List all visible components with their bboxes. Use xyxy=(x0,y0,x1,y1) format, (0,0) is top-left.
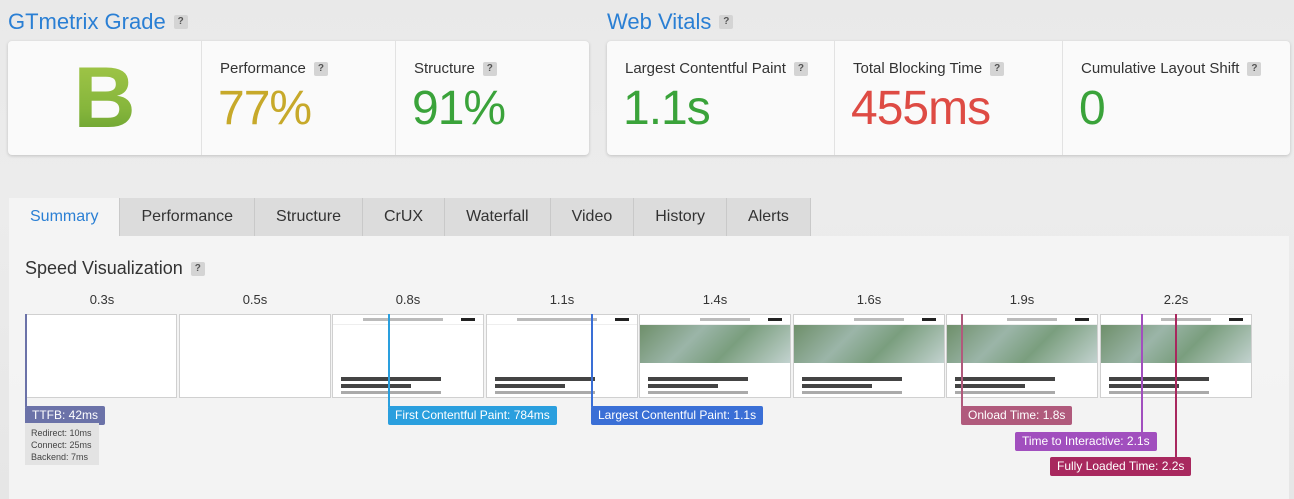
tbt-label: Total Blocking Time xyxy=(853,60,983,77)
frame-time-label: 0.8s xyxy=(395,292,421,307)
gtmetrix-grade-heading: GTmetrix Grade xyxy=(8,9,166,34)
tab-waterfall[interactable]: Waterfall xyxy=(445,198,551,236)
lcp-label-row: Largest Contentful Paint ? xyxy=(625,60,808,77)
fully-loaded-marker-line xyxy=(1175,314,1177,458)
tab-performance[interactable]: Performance xyxy=(120,198,256,236)
help-icon[interactable]: ? xyxy=(793,61,808,76)
lcp-value: 1.1s xyxy=(623,82,711,135)
filmstrip-frame-blank[interactable] xyxy=(179,314,331,398)
tab-structure[interactable]: Structure xyxy=(255,198,363,236)
ttfb-marker-line xyxy=(25,314,27,407)
filmstrip-frame-hero[interactable] xyxy=(639,314,791,398)
grade-card: B Performance ? 77% Structure ? 91% xyxy=(8,41,589,155)
speed-visualization-title: Speed Visualization ? xyxy=(25,258,205,279)
fcp-badge: First Contentful Paint: 784ms xyxy=(388,406,557,425)
ttfb-connect: Connect: 25ms xyxy=(31,440,92,450)
grade-letter: B xyxy=(73,49,136,146)
performance-label: Performance xyxy=(220,60,306,77)
tbt-cell: Total Blocking Time ? 455ms xyxy=(835,41,1063,155)
fcp-marker-line xyxy=(388,314,390,407)
tab-summary[interactable]: Summary xyxy=(9,198,121,236)
frame-time-label: 1.4s xyxy=(702,292,728,307)
summary-panel: Speed Visualization ? 0.3s 0.5s 0.8s 1.1… xyxy=(9,236,1289,499)
performance-label-row: Performance ? xyxy=(220,60,328,77)
structure-label: Structure xyxy=(414,60,475,77)
frame-time-label: 2.2s xyxy=(1163,292,1189,307)
structure-label-row: Structure ? xyxy=(414,60,497,77)
onload-badge: Onload Time: 1.8s xyxy=(961,406,1073,425)
help-icon[interactable]: ? xyxy=(482,61,497,76)
report-tabs: Summary Performance Structure CrUX Water… xyxy=(9,198,811,236)
tab-crux[interactable]: CrUX xyxy=(362,198,446,236)
help-icon[interactable]: ? xyxy=(719,15,734,29)
web-vitals-card: Largest Contentful Paint ? 1.1s Total Bl… xyxy=(607,41,1290,155)
help-icon[interactable]: ? xyxy=(173,15,188,29)
fully-loaded-badge: Fully Loaded Time: 2.2s xyxy=(1050,457,1192,476)
web-vitals-title: Web Vitals ? xyxy=(607,9,734,35)
onload-marker-line xyxy=(961,314,963,407)
frame-time-label: 1.6s xyxy=(856,292,882,307)
lcp-badge: Largest Contentful Paint: 1.1s xyxy=(591,406,764,425)
filmstrip-frame-blank[interactable] xyxy=(25,314,177,398)
help-icon[interactable]: ? xyxy=(313,61,328,76)
performance-value: 77% xyxy=(218,82,312,135)
tti-badge: Time to Interactive: 2.1s xyxy=(1015,432,1157,451)
help-icon[interactable]: ? xyxy=(1247,61,1262,76)
tbt-label-row: Total Blocking Time ? xyxy=(853,60,1005,77)
help-icon[interactable]: ? xyxy=(990,61,1005,76)
web-vitals-heading: Web Vitals xyxy=(607,9,712,34)
structure-value: 91% xyxy=(412,82,506,135)
lcp-label: Largest Contentful Paint xyxy=(625,60,786,77)
gtmetrix-grade-title: GTmetrix Grade ? xyxy=(8,9,188,35)
tti-marker-line xyxy=(1141,314,1143,433)
speed-visualization-heading: Speed Visualization xyxy=(25,258,183,278)
filmstrip-frame-hero[interactable] xyxy=(946,314,1098,398)
frame-time-label: 0.3s xyxy=(89,292,115,307)
tab-alerts[interactable]: Alerts xyxy=(727,198,811,236)
ttfb-breakdown: Redirect: 10ms Connect: 25ms Backend: 7m… xyxy=(25,423,99,465)
frame-time-label: 1.9s xyxy=(1009,292,1035,307)
lcp-marker-line xyxy=(591,314,593,407)
performance-cell: Performance ? 77% xyxy=(202,41,396,155)
lcp-cell: Largest Contentful Paint ? 1.1s xyxy=(607,41,835,155)
ttfb-redirect: Redirect: 10ms xyxy=(31,428,92,438)
tab-history[interactable]: History xyxy=(634,198,728,236)
ttfb-backend: Backend: 7ms xyxy=(31,452,89,462)
cls-value: 0 xyxy=(1079,82,1106,135)
frame-time-label: 0.5s xyxy=(242,292,268,307)
frame-time-label: 1.1s xyxy=(549,292,575,307)
filmstrip-frame-text[interactable] xyxy=(332,314,484,398)
cls-cell: Cumulative Layout Shift ? 0 xyxy=(1063,41,1290,155)
cls-label-row: Cumulative Layout Shift ? xyxy=(1081,60,1262,77)
filmstrip-frame-hero[interactable] xyxy=(793,314,945,398)
tbt-value: 455ms xyxy=(851,82,991,135)
help-icon[interactable]: ? xyxy=(190,261,205,276)
cls-label: Cumulative Layout Shift xyxy=(1081,60,1240,77)
tab-video[interactable]: Video xyxy=(550,198,635,236)
grade-letter-cell: B xyxy=(8,41,202,155)
filmstrip-frame-text[interactable] xyxy=(486,314,638,398)
structure-cell: Structure ? 91% xyxy=(396,41,589,155)
